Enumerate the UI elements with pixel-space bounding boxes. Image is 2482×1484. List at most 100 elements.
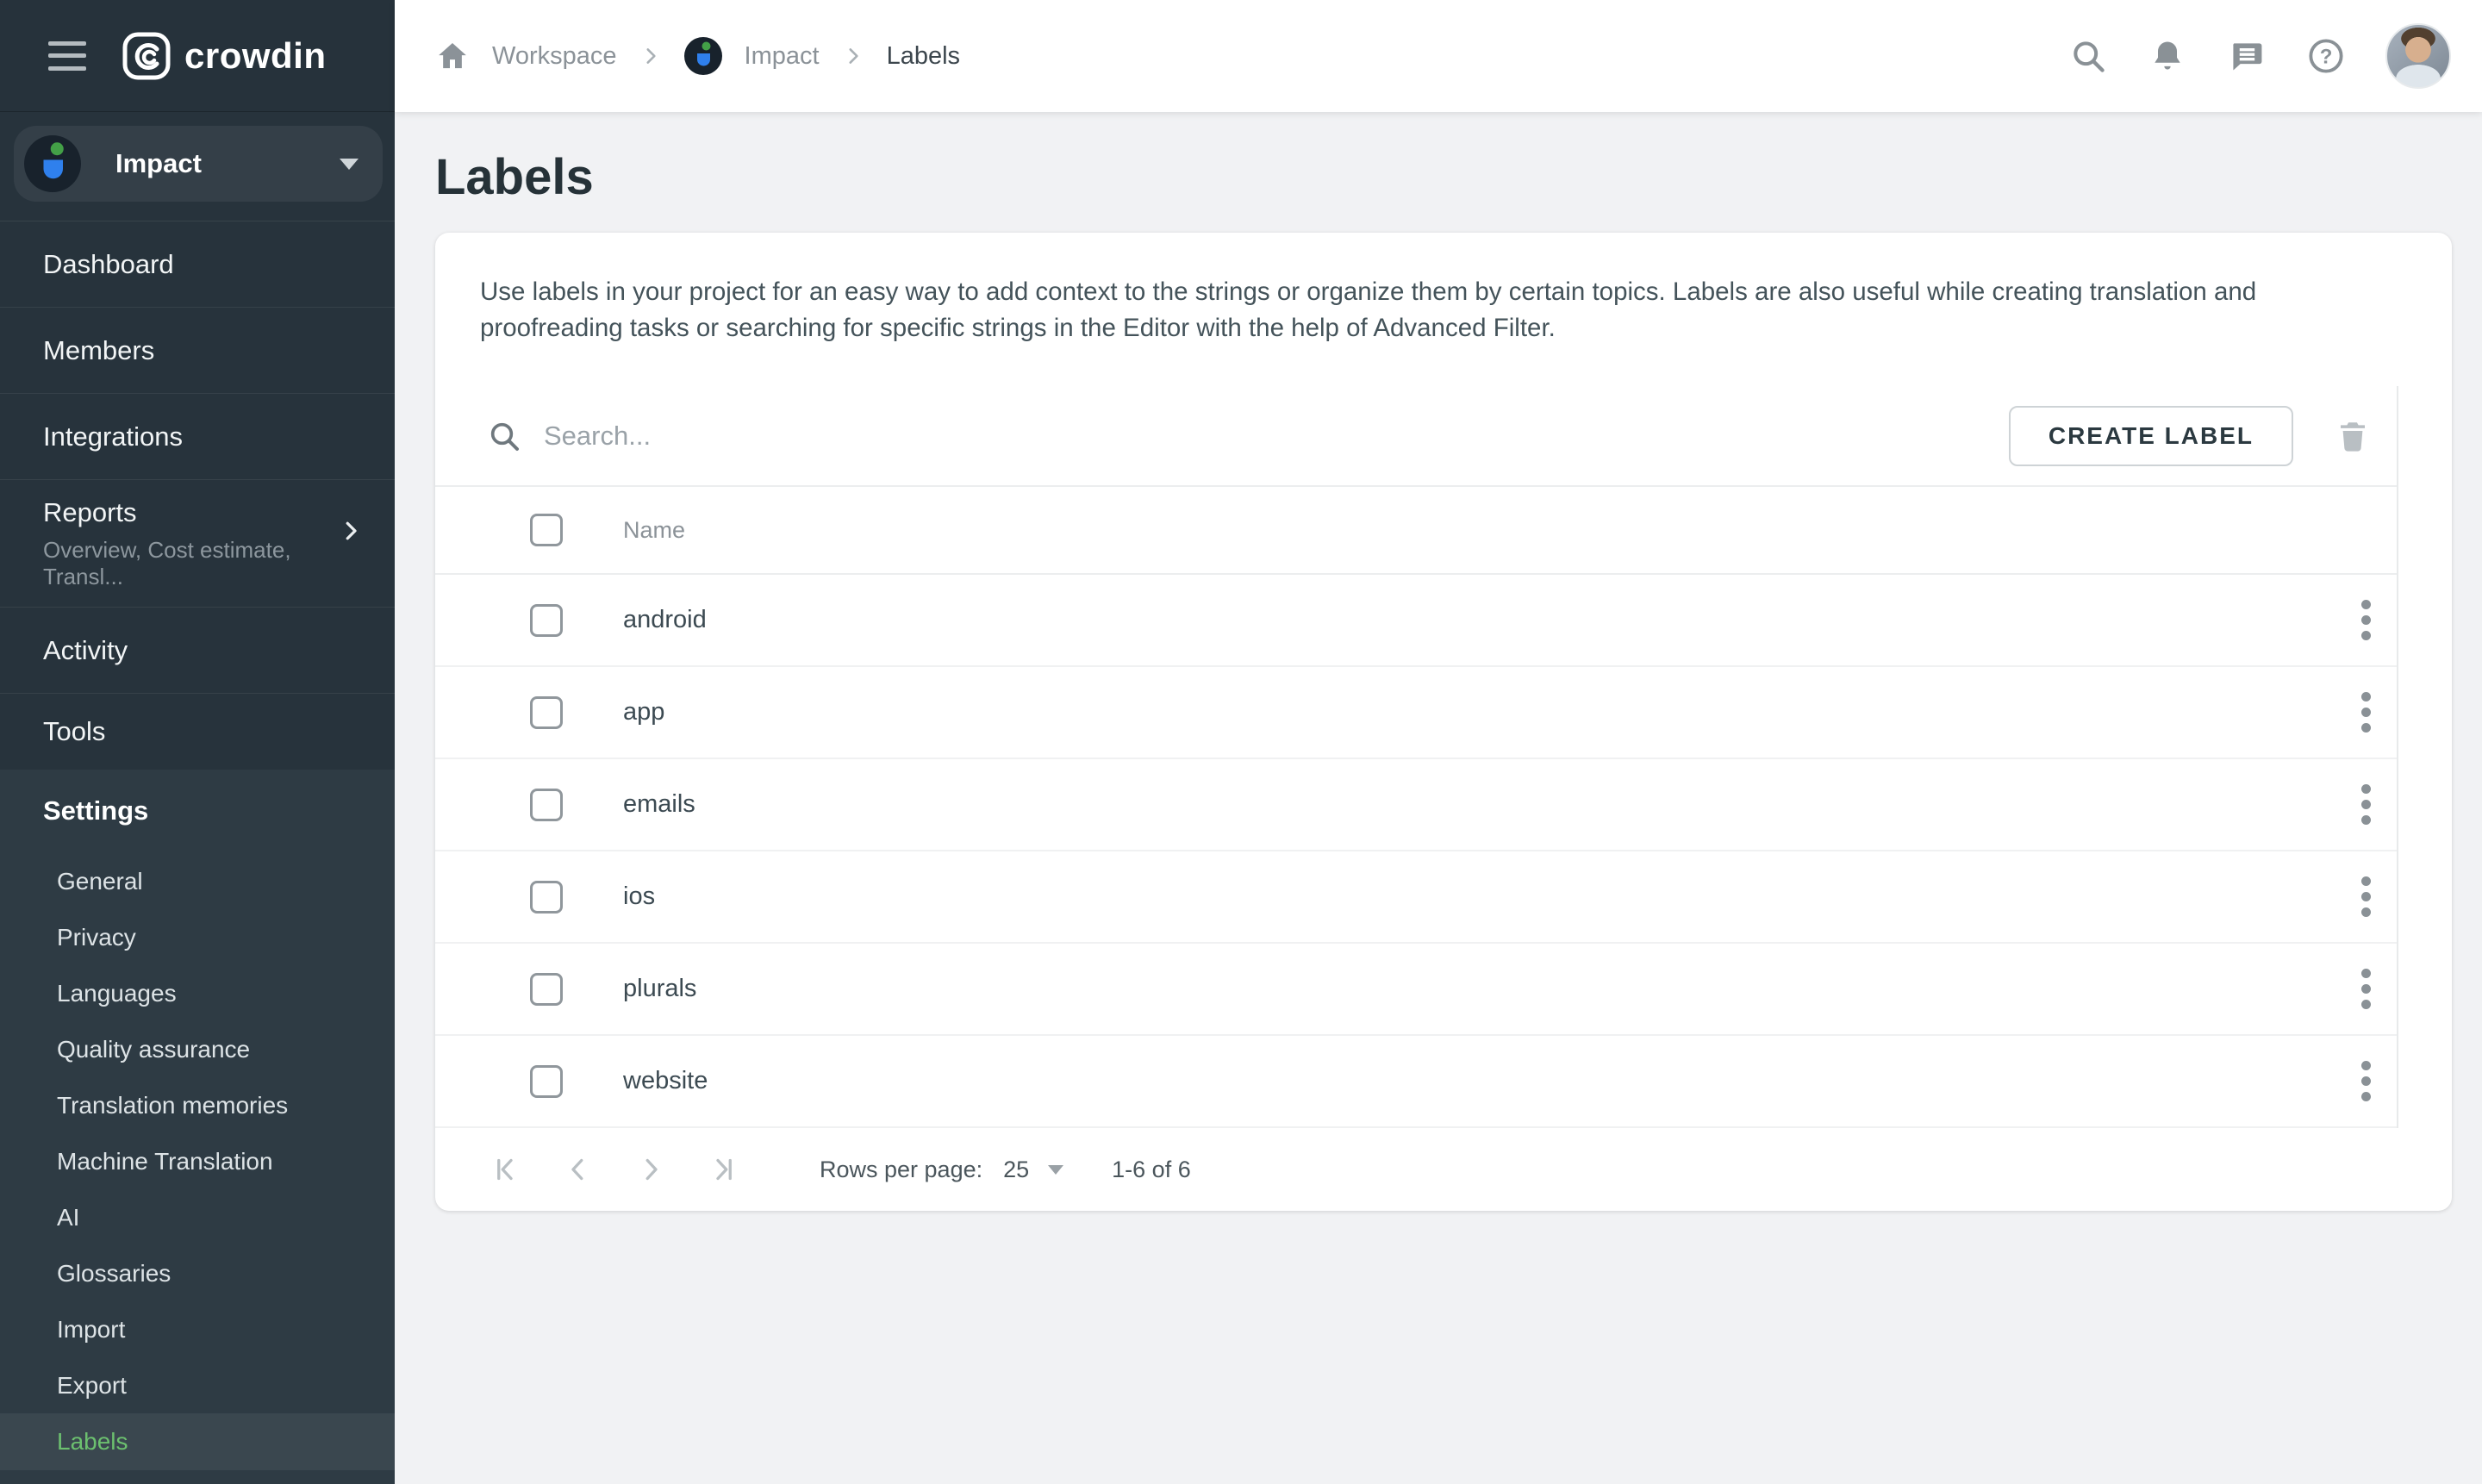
kebab-menu-icon[interactable] [2347,963,2385,1015]
table-row: ios [435,851,2398,944]
first-page-icon[interactable] [487,1150,525,1188]
app-root: crowdin Impact Dashboard Members [0,0,2482,1484]
crowdin-logotype: crowdin [184,35,327,77]
label-name: emails [623,790,695,819]
row-checkbox[interactable] [530,1065,563,1098]
breadcrumb-project[interactable]: Impact [745,42,820,71]
table-row: website [435,1036,2398,1128]
sidebar-item-privacy[interactable]: Privacy [0,909,395,965]
labels-page: Labels Use labels in your project for an… [395,112,2482,1484]
breadcrumb-workspace[interactable]: Workspace [492,42,617,71]
sidebar-item-import[interactable]: Import [0,1301,395,1357]
column-header-name: Name [623,517,685,544]
sidebar-item-machine-translation[interactable]: Machine Translation [0,1133,395,1189]
help-icon[interactable]: ? [2306,36,2346,76]
sidebar-item-ai[interactable]: AI [0,1189,395,1245]
sidebar-item-integrations[interactable]: Integrations [0,394,395,480]
sidebar-item-export[interactable]: Export [0,1357,395,1413]
scrollbar-gutter-divider [2397,386,2398,1128]
select-all-checkbox[interactable] [530,514,563,546]
bell-icon[interactable] [2148,36,2187,76]
content-area: Workspace Impact Labels [395,0,2482,1484]
avatar[interactable] [2385,23,2451,89]
sidebar-item-tools[interactable]: Tools [0,694,395,770]
breadcrumb-current: Labels [887,42,960,71]
sidebar-item-activity[interactable]: Activity [0,608,395,694]
label-name: app [623,698,664,726]
row-checkbox[interactable] [530,973,563,1006]
sidebar-header: crowdin [0,0,395,112]
label-name: ios [623,882,655,911]
labels-card: Use labels in your project for an easy w… [435,233,2452,1211]
row-checkbox[interactable] [530,604,563,637]
page-title: Labels [435,138,2452,217]
labels-toolbar: CREATE LABEL [435,386,2398,487]
sidebar-item-translation-memories[interactable]: Translation memories [0,1077,395,1133]
labels-description: Use labels in your project for an easy w… [435,233,2409,346]
sidebar-item-glossaries[interactable]: Glossaries [0,1245,395,1301]
project-logo [24,135,81,192]
project-selector[interactable]: Impact [14,126,383,202]
last-page-icon[interactable] [704,1150,742,1188]
label-name: website [623,1067,708,1095]
project-logo [684,37,722,75]
sidebar-item-general[interactable]: General [0,853,395,909]
topbar: Workspace Impact Labels [395,0,2482,112]
sidebar-item-dashboard[interactable]: Dashboard [0,221,395,308]
row-checkbox[interactable] [530,789,563,821]
sidebar-nav: Dashboard Members Integrations Reports O… [0,221,395,770]
table-row: app [435,667,2398,759]
next-page-icon[interactable] [632,1150,670,1188]
caret-down-icon [340,159,359,170]
pagination: Rows per page: 25 1-6 of 6 [435,1128,2452,1211]
pagination-range: 1-6 of 6 [1112,1157,1191,1183]
chevron-right-icon [842,45,864,67]
rows-per-page-label: Rows per page: [820,1157,982,1183]
sidebar-settings-section: Settings General Privacy Languages Quali… [0,770,395,1484]
caret-down-icon [1048,1165,1063,1175]
kebab-menu-icon[interactable] [2347,871,2385,923]
labels-grid: CREATE LABEL Name android [435,386,2452,1128]
project-selector-area: Impact [0,112,395,221]
label-name: plurals [623,975,696,1003]
chevron-right-icon [338,518,364,544]
breadcrumb: Workspace Impact Labels [435,37,960,75]
rows-per-page-select[interactable]: 25 [1003,1157,1063,1183]
search-icon[interactable] [2068,36,2108,76]
label-name: android [623,606,707,634]
search-input[interactable] [544,421,1319,452]
topbar-actions: ? [2068,23,2451,89]
table-row: android [435,575,2398,667]
sidebar-item-quality-assurance[interactable]: Quality assurance [0,1021,395,1077]
rows-per-page-value: 25 [1003,1157,1029,1183]
kebab-menu-icon[interactable] [2347,595,2385,646]
prev-page-icon[interactable] [559,1150,597,1188]
kebab-menu-icon[interactable] [2347,779,2385,831]
kebab-menu-icon[interactable] [2347,687,2385,739]
hamburger-menu-icon[interactable] [48,41,86,71]
search-field [487,419,2009,453]
settings-header: Settings [0,770,395,853]
table-header-row: Name [435,487,2398,575]
home-icon[interactable] [435,39,470,73]
sidebar-item-labels[interactable]: Labels [0,1413,395,1470]
kebab-menu-icon[interactable] [2347,1056,2385,1107]
sidebar: crowdin Impact Dashboard Members [0,0,395,1484]
row-checkbox[interactable] [530,696,563,729]
crowdin-logo-mark [122,32,171,80]
sidebar-item-members[interactable]: Members [0,308,395,394]
row-checkbox[interactable] [530,881,563,913]
chat-icon[interactable] [2227,36,2267,76]
sidebar-item-reports[interactable]: Reports Overview, Cost estimate, Transl.… [0,480,395,608]
search-icon [487,419,521,453]
crowdin-logo: crowdin [122,32,327,80]
table-row: plurals [435,944,2398,1036]
table-row: emails [435,759,2398,851]
trash-icon[interactable] [2331,415,2374,458]
project-name: Impact [115,148,202,179]
sidebar-item-languages[interactable]: Languages [0,965,395,1021]
svg-text:?: ? [2320,45,2333,68]
chevron-right-icon [639,45,662,67]
reports-sublabel: Overview, Cost estimate, Transl... [43,537,360,590]
create-label-button[interactable]: CREATE LABEL [2009,406,2293,466]
